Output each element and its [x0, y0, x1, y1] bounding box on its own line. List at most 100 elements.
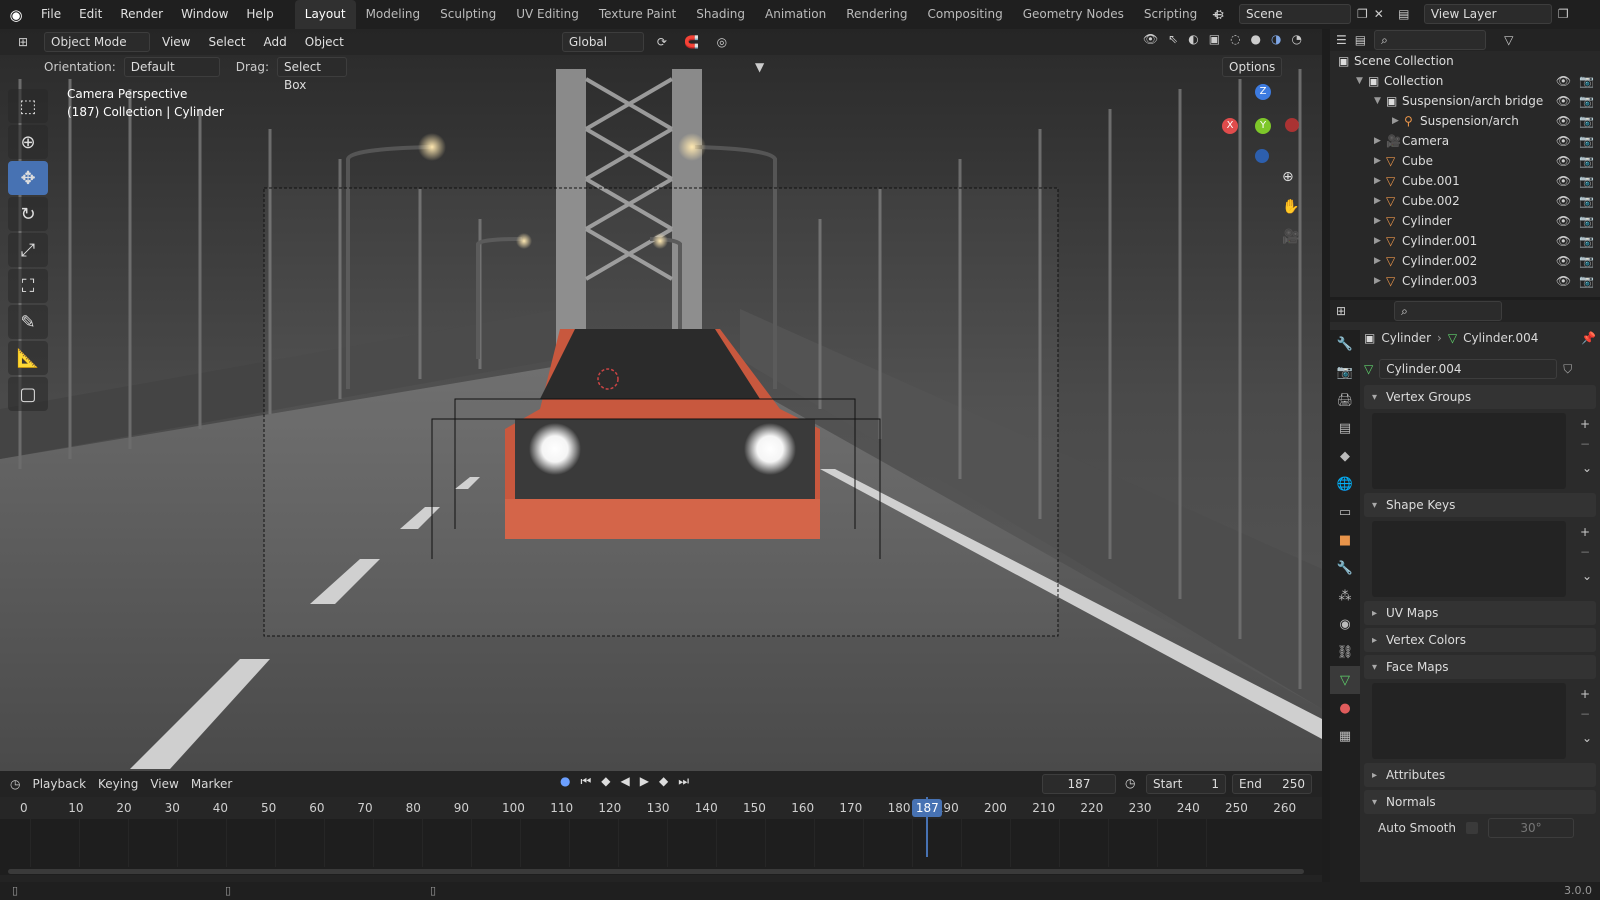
measure-tool[interactable]: 📐 [8, 341, 48, 375]
expand-right-icon[interactable]: ▶ [1374, 256, 1386, 266]
render-camera-icon[interactable]: 📷 [1579, 94, 1594, 108]
tab-geometry-nodes[interactable]: Geometry Nodes [1013, 0, 1134, 29]
outliner-item[interactable]: ▶ ⚲ Suspension/arch 👁 📷 [1330, 111, 1600, 131]
menu-window[interactable]: Window [172, 0, 237, 29]
add-item-icon[interactable]: + [1580, 687, 1590, 701]
outliner-item[interactable]: ▶ ▽ Cube.001 👁 📷 [1330, 171, 1600, 191]
tab-compositing[interactable]: Compositing [917, 0, 1012, 29]
stopwatch-icon[interactable]: ◷ [1125, 776, 1135, 790]
panel-list-box[interactable]: + − ⌄ [1372, 521, 1592, 597]
gizmo-y-axis[interactable]: Y [1255, 118, 1271, 134]
gizmo-neg-z[interactable] [1255, 149, 1269, 163]
properties-editor-icon[interactable]: ⊞ [1336, 304, 1346, 318]
physics-tab-icon[interactable]: ◉ [1330, 610, 1360, 638]
current-frame-field[interactable]: 187 [1042, 774, 1116, 794]
render-camera-icon[interactable]: 📷 [1579, 274, 1594, 288]
view-layer-icon[interactable]: ▤ [1390, 7, 1418, 21]
material-tab-icon[interactable]: ● [1330, 694, 1360, 722]
copy-scene-icon[interactable]: ❐ [1357, 7, 1368, 21]
drag-select[interactable]: Select Box [276, 57, 347, 92]
menu-keying[interactable]: Keying [98, 777, 138, 791]
tab-shading[interactable]: Shading [686, 0, 755, 29]
outliner-item[interactable]: ▶ ▽ Cylinder 👁 📷 [1330, 211, 1600, 231]
select-box-tool[interactable]: ⬚ [8, 89, 48, 123]
tab-sculpting[interactable]: Sculpting [430, 0, 506, 29]
render-camera-icon[interactable]: 📷 [1579, 134, 1594, 148]
transform-orientation-select[interactable]: Global [561, 32, 644, 52]
play-icon[interactable]: ▶ [640, 774, 649, 789]
texture-tab-icon[interactable]: ▦ [1330, 722, 1360, 750]
annotate-tool[interactable]: ✎ [8, 305, 48, 339]
move-tool[interactable]: ✥ [8, 161, 48, 195]
menu-view[interactable]: View [156, 35, 196, 49]
expand-right-icon[interactable]: ▶ [1392, 116, 1404, 126]
proportional-edit-icon[interactable]: ◎ [710, 35, 734, 49]
specials-menu-icon[interactable]: ⌄ [1582, 731, 1592, 745]
material-shading-icon[interactable]: ◑ [1271, 32, 1281, 46]
start-frame-field[interactable]: Start 1 [1146, 774, 1226, 794]
display-mode-icon[interactable]: ▤ [1355, 33, 1366, 47]
gizmo-toggle-icon[interactable]: ⇖ [1168, 32, 1178, 46]
panel-list-box[interactable]: + − ⌄ [1372, 413, 1592, 489]
render-tab-icon[interactable]: 📷 [1330, 358, 1360, 386]
pin-icon[interactable]: 📌 [1581, 331, 1596, 345]
view-layer-field[interactable]: View Layer [1423, 4, 1552, 24]
timeline-track-area[interactable] [0, 819, 1322, 875]
options-button[interactable]: Options [1222, 57, 1282, 77]
eye-icon[interactable]: 👁 [1556, 94, 1571, 108]
panel-header[interactable]: ▾ Normals [1364, 790, 1596, 814]
panel-header[interactable]: ▸ UV Maps [1364, 601, 1596, 625]
auto-smooth-angle[interactable]: 30° [1487, 818, 1574, 838]
outliner-item[interactable]: ▼ ▣ Collection 👁 📷 [1330, 71, 1600, 91]
eye-icon[interactable]: 👁 [1556, 274, 1571, 288]
render-camera-icon[interactable]: 📷 [1579, 194, 1594, 208]
jump-start-icon[interactable]: ⏮ [580, 774, 591, 789]
mesh-name-field[interactable]: Cylinder.004 [1379, 359, 1558, 379]
play-reverse-icon[interactable]: ◀ [621, 774, 630, 789]
timeline-editor-icon[interactable]: ◷ [10, 777, 20, 791]
mode-select[interactable]: Object Mode [44, 32, 150, 52]
zoom-icon[interactable]: ⊕ [1282, 169, 1299, 185]
eye-icon[interactable]: 👁 [1556, 194, 1571, 208]
expand-right-icon[interactable]: ▶ [1374, 136, 1386, 146]
eye-icon[interactable]: 👁 [1556, 234, 1571, 248]
eye-icon[interactable]: 👁 [1556, 174, 1571, 188]
next-keyframe-icon[interactable]: ◆ [659, 774, 668, 789]
collection-tab-icon[interactable]: ▭ [1330, 498, 1360, 526]
remove-item-icon[interactable]: − [1580, 437, 1590, 451]
rotate-tool[interactable]: ↻ [8, 197, 48, 231]
gizmo-x-axis[interactable]: X [1222, 118, 1238, 134]
camera-view-icon[interactable]: 🎥 [1282, 229, 1299, 245]
remove-item-icon[interactable]: − [1580, 545, 1590, 559]
render-camera-icon[interactable]: 📷 [1579, 254, 1594, 268]
3d-viewport[interactable]: ⊞ Object Mode View Select Add Object Glo… [0, 29, 1322, 771]
menu-playback[interactable]: Playback [32, 777, 86, 791]
tab-modeling[interactable]: Modeling [356, 0, 431, 29]
eye-icon[interactable]: 👁 [1556, 254, 1571, 268]
add-item-icon[interactable]: + [1580, 525, 1590, 539]
panel-header[interactable]: ▾ Shape Keys [1364, 493, 1596, 517]
menu-render[interactable]: Render [111, 0, 172, 29]
copy-view-layer-icon[interactable]: ❐ [1558, 7, 1569, 21]
add-cube-tool[interactable]: ▢ [8, 377, 48, 411]
render-camera-icon[interactable]: 📷 [1579, 234, 1594, 248]
outliner-search[interactable]: ⌕ [1374, 30, 1487, 50]
tab-texture-paint[interactable]: Texture Paint [589, 0, 686, 29]
eye-icon[interactable]: 👁 [1556, 74, 1571, 88]
timeline-scrollbar[interactable] [8, 869, 1304, 874]
expand-right-icon[interactable]: ▶ [1374, 156, 1386, 166]
playhead-label[interactable]: 187 [912, 799, 943, 817]
output-tab-icon[interactable]: 🖨 [1330, 386, 1360, 414]
render-camera-icon[interactable]: 📷 [1579, 214, 1594, 228]
tab-scripting[interactable]: Scripting [1134, 0, 1207, 29]
specials-menu-icon[interactable]: ⌄ [1582, 461, 1592, 475]
mesh-browse-icon[interactable]: ▽ [1364, 362, 1373, 376]
eye-icon[interactable]: 👁 [1556, 154, 1571, 168]
outliner-editor-icon[interactable]: ☰ [1336, 33, 1347, 47]
specials-menu-icon[interactable]: ⌄ [1582, 569, 1592, 583]
prev-keyframe-icon[interactable]: ◆ [601, 774, 610, 789]
panel-header[interactable]: ▸ Vertex Colors [1364, 628, 1596, 652]
view-layer-tab-icon[interactable]: ▤ [1330, 414, 1360, 442]
gizmo-z-axis[interactable]: Z [1255, 84, 1271, 100]
menu-add[interactable]: Add [258, 35, 293, 49]
